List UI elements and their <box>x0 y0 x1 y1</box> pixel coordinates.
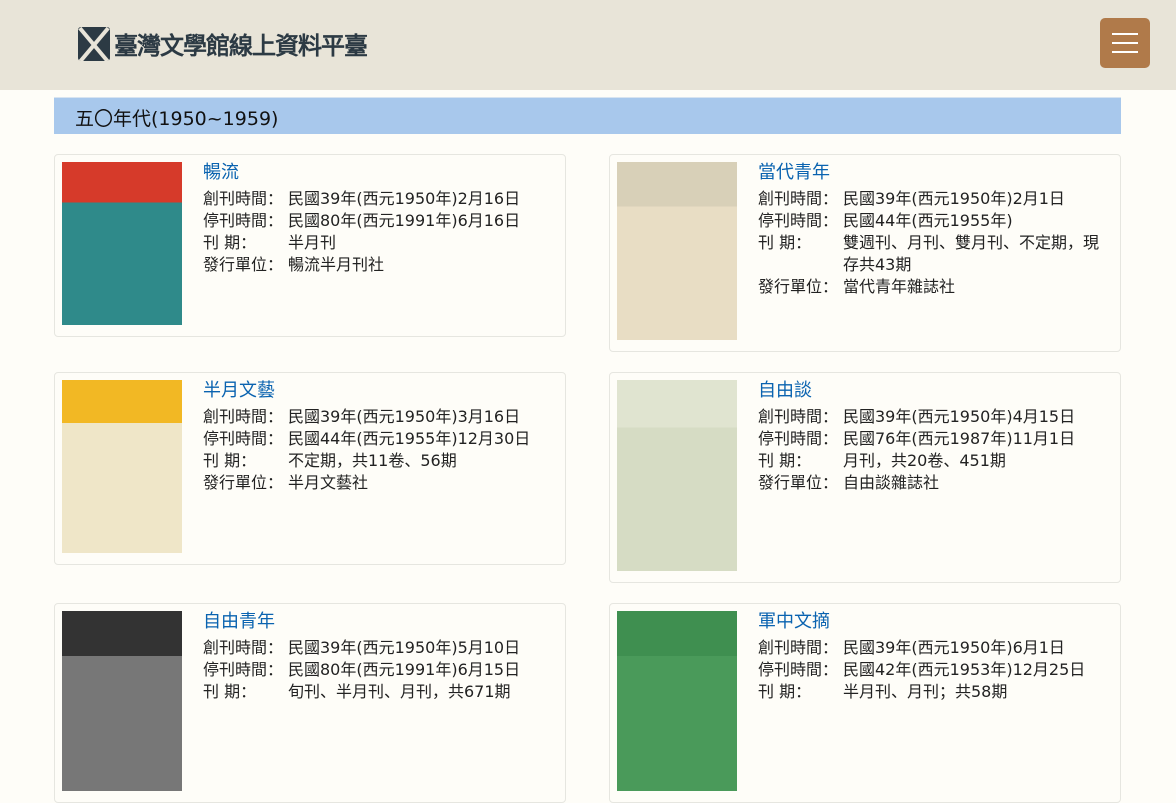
field-end: 停刊時間： 民國80年(西元1991年)6月16日 <box>203 210 558 232</box>
field-value: 民國44年(西元1955年)12月30日 <box>288 429 531 448</box>
magazine-cover-image[interactable] <box>62 611 182 791</box>
field-value: 民國80年(西元1991年)6月16日 <box>288 211 521 230</box>
magazine-title-link[interactable]: 暢流 <box>203 162 558 184</box>
field-label: 刊 期： <box>203 451 257 470</box>
field-start: 創刊時間： 民國39年(西元1950年)2月1日 <box>758 188 1113 210</box>
field-label: 停刊時間： <box>203 429 284 448</box>
field-label: 發行單位： <box>203 473 284 492</box>
magazine-title-link[interactable]: 半月文藝 <box>203 380 558 402</box>
magazine-cover-image[interactable] <box>62 162 182 325</box>
field-label: 刊 期： <box>758 233 812 252</box>
field-freq: 刊 期： 雙週刊、月刊、雙月刊、不定期，現存共43期 <box>758 232 1113 276</box>
field-value: 雙週刊、月刊、雙月刊、不定期，現存共43期 <box>843 233 1100 274</box>
field-label: 停刊時間： <box>203 660 284 679</box>
field-value: 半月文藝社 <box>288 473 369 492</box>
field-label: 刊 期： <box>203 233 257 252</box>
field-end: 停刊時間： 民國44年(西元1955年)12月30日 <box>203 428 558 450</box>
logo-text: 臺灣文學館線上資料平臺 <box>114 31 368 60</box>
field-value: 民國76年(西元1987年)11月1日 <box>843 429 1076 448</box>
field-freq: 刊 期： 半月刊 <box>203 232 558 254</box>
field-value: 旬刊、半月刊、月刊，共671期 <box>288 682 511 701</box>
field-publisher: 發行單位： 暢流半月刊社 <box>203 254 558 276</box>
field-value: 民國42年(西元1953年)12月25日 <box>843 660 1086 679</box>
hamburger-icon <box>1112 33 1138 35</box>
field-end: 停刊時間： 民國76年(西元1987年)11月1日 <box>758 428 1113 450</box>
field-label: 創刊時間： <box>203 189 284 208</box>
field-label: 發行單位： <box>758 473 839 492</box>
magazine-cover-image[interactable] <box>617 380 737 571</box>
header: 臺灣文學館線上資料平臺 <box>0 0 1176 90</box>
field-label: 創刊時間： <box>203 638 284 657</box>
site-logo[interactable]: 臺灣文學館線上資料平臺 <box>78 26 368 61</box>
field-start: 創刊時間： 民國39年(西元1950年)6月1日 <box>758 637 1113 659</box>
field-value: 月刊，共20卷、451期 <box>843 451 1006 470</box>
magazine-title-link[interactable]: 軍中文摘 <box>758 611 1113 633</box>
field-publisher: 發行單位： 當代青年雜誌社 <box>758 276 1113 298</box>
field-value: 自由談雜誌社 <box>843 473 940 492</box>
field-label: 刊 期： <box>758 682 812 701</box>
magazine-card: 當代青年 創刊時間： 民國39年(西元1950年)2月1日 停刊時間： 民國44年(西元… <box>609 154 1121 352</box>
field-value: 民國39年(西元1950年)2月16日 <box>288 189 521 208</box>
field-end: 停刊時間： 民國44年(西元1955年) <box>758 210 1113 232</box>
section-title: 五〇年代(1950~1959) <box>54 97 1121 134</box>
magazine-card: 自由青年 創刊時間： 民國39年(西元1950年)5月10日 停刊時間： 民國80年(西… <box>54 603 566 803</box>
hamburger-line <box>1112 42 1138 44</box>
magazine-title-link[interactable]: 自由談 <box>758 380 1113 402</box>
field-value: 不定期，共11卷、56期 <box>288 451 457 470</box>
field-value: 民國39年(西元1950年)3月16日 <box>288 407 521 426</box>
magazine-title-link[interactable]: 自由青年 <box>203 611 558 633</box>
field-publisher: 發行單位： 自由談雜誌社 <box>758 472 1113 494</box>
field-start: 創刊時間： 民國39年(西元1950年)4月15日 <box>758 406 1113 428</box>
field-value: 半月刊 <box>288 233 337 252</box>
field-value: 民國39年(西元1950年)5月10日 <box>288 638 521 657</box>
field-value: 民國39年(西元1950年)2月1日 <box>843 189 1065 208</box>
field-end: 停刊時間： 民國80年(西元1991年)6月15日 <box>203 659 558 681</box>
field-value: 當代青年雜誌社 <box>843 277 956 296</box>
field-label: 創刊時間： <box>758 189 839 208</box>
field-end: 停刊時間： 民國42年(西元1953年)12月25日 <box>758 659 1113 681</box>
magazine-card: 半月文藝 創刊時間： 民國39年(西元1950年)3月16日 停刊時間： 民國44年(西… <box>54 372 566 565</box>
magazine-cover-image[interactable] <box>617 611 737 791</box>
field-label: 創刊時間： <box>758 638 839 657</box>
field-label: 創刊時間： <box>203 407 284 426</box>
field-value: 半月刊、月刊；共58期 <box>843 682 1008 701</box>
magazine-card: 軍中文摘 創刊時間： 民國39年(西元1950年)6月1日 停刊時間： 民國42年(西元… <box>609 603 1121 803</box>
magazine-cover-image[interactable] <box>62 380 182 553</box>
field-freq: 刊 期： 半月刊、月刊；共58期 <box>758 681 1113 703</box>
field-freq: 刊 期： 不定期，共11卷、56期 <box>203 450 558 472</box>
field-label: 刊 期： <box>203 682 257 701</box>
field-label: 停刊時間： <box>758 660 839 679</box>
field-publisher: 發行單位： 半月文藝社 <box>203 472 558 494</box>
field-value: 暢流半月刊社 <box>288 255 385 274</box>
field-start: 創刊時間： 民國39年(西元1950年)3月16日 <box>203 406 558 428</box>
magazine-title-link[interactable]: 當代青年 <box>758 162 1113 184</box>
field-label: 停刊時間： <box>203 211 284 230</box>
field-freq: 刊 期： 旬刊、半月刊、月刊，共671期 <box>203 681 558 703</box>
field-start: 創刊時間： 民國39年(西元1950年)2月16日 <box>203 188 558 210</box>
magazine-card: 暢流 創刊時間： 民國39年(西元1950年)2月16日 停刊時間： 民國80年(西元1… <box>54 154 566 337</box>
field-label: 發行單位： <box>203 255 284 274</box>
field-value: 民國44年(西元1955年) <box>843 211 1013 230</box>
field-label: 刊 期： <box>758 451 812 470</box>
field-start: 創刊時間： 民國39年(西元1950年)5月10日 <box>203 637 558 659</box>
field-label: 創刊時間： <box>758 407 839 426</box>
field-value: 民國39年(西元1950年)6月1日 <box>843 638 1065 657</box>
field-value: 民國80年(西元1991年)6月15日 <box>288 660 521 679</box>
magazine-card: 自由談 創刊時間： 民國39年(西元1950年)4月15日 停刊時間： 民國76年(西元… <box>609 372 1121 583</box>
magazine-cover-image[interactable] <box>617 162 737 340</box>
field-label: 停刊時間： <box>758 429 839 448</box>
field-label: 停刊時間： <box>758 211 839 230</box>
menu-button[interactable] <box>1100 18 1150 68</box>
field-freq: 刊 期： 月刊，共20卷、451期 <box>758 450 1113 472</box>
hamburger-line <box>1112 51 1138 53</box>
logo-icon <box>78 26 110 61</box>
field-value: 民國39年(西元1950年)4月15日 <box>843 407 1076 426</box>
field-label: 發行單位： <box>758 277 839 296</box>
